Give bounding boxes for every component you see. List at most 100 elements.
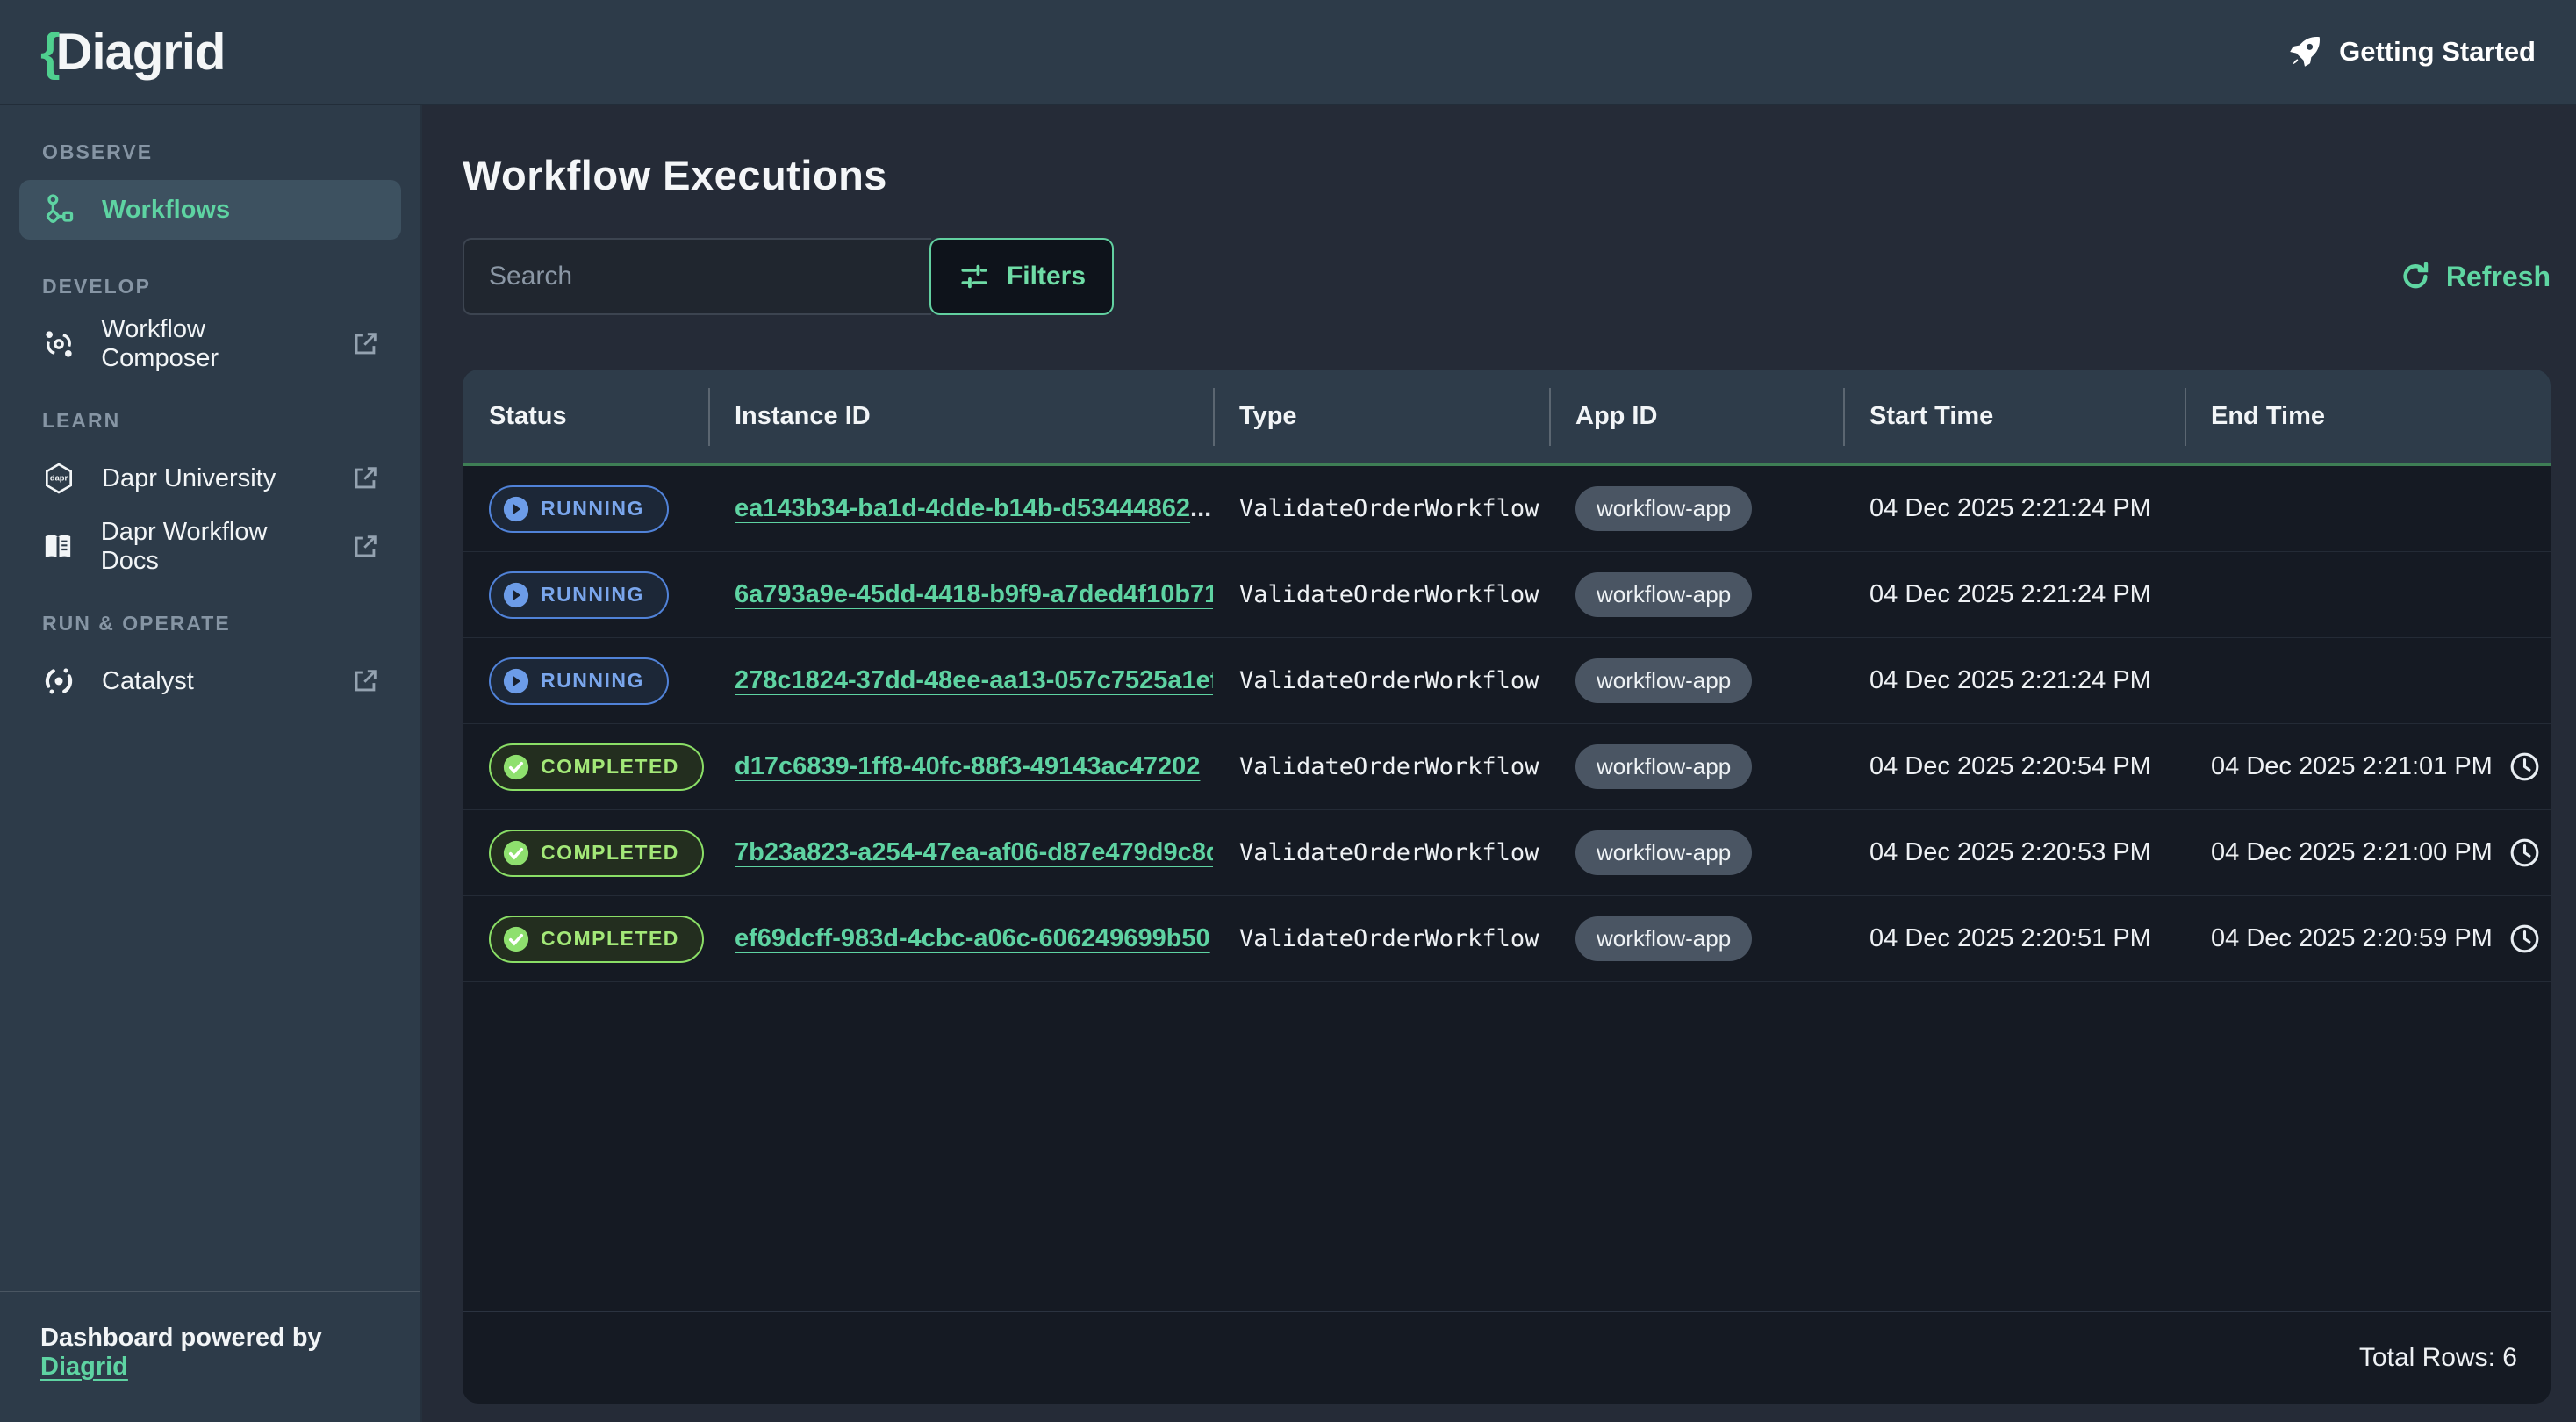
instance-id-link[interactable]: 6a793a9e-45dd-4418-b9f9-a7ded4f10b71 <box>735 580 1213 608</box>
app-id-cell: workflow-app <box>1549 916 1843 961</box>
sidebar-section-run-operate: RUN & OPERATE Catalyst <box>19 612 401 711</box>
type-cell: ValidateOrderWorkflow <box>1213 580 1549 609</box>
sidebar-item-label: Workflow Composer <box>101 315 326 373</box>
table-header-row: StatusInstance IDTypeApp IDStart TimeEnd… <box>463 370 2551 466</box>
status-label: COMPLETED <box>541 841 679 865</box>
powered-by-text: Dashboard powered by <box>40 1324 322 1352</box>
instance-id-cell: ea143b34-ba1d-4dde-b14b-d53444862... <box>708 494 1213 523</box>
check-circle-icon <box>503 840 529 866</box>
type-cell: ValidateOrderWorkflow <box>1213 494 1549 523</box>
status-cell: COMPLETED <box>463 743 708 791</box>
sliders-icon <box>958 260 991 293</box>
clock-icon <box>2508 837 2541 869</box>
column-header-app-id: App ID <box>1549 402 1843 431</box>
search-input[interactable] <box>463 238 931 315</box>
status-label: RUNNING <box>541 583 644 607</box>
play-circle-icon <box>503 668 529 694</box>
instance-id-cell: 278c1824-37dd-48ee-aa13-057c7525a1ef <box>708 666 1213 695</box>
rocket-icon <box>2286 33 2323 70</box>
sidebar: OBSERVE Workflows DEVELOP Workflow Compo… <box>0 105 422 1422</box>
status-badge: COMPLETED <box>489 916 704 963</box>
table-row: RUNNING 278c1824-37dd-48ee-aa13-057c7525… <box>463 638 2551 724</box>
sidebar-item-workflows[interactable]: Workflows <box>19 180 401 240</box>
column-header-type: Type <box>1213 402 1549 431</box>
sidebar-item-catalyst[interactable]: Catalyst <box>19 651 401 711</box>
refresh-icon <box>2399 260 2432 293</box>
status-label: RUNNING <box>541 669 644 693</box>
clock-icon <box>2508 750 2541 783</box>
sidebar-item-workflow-composer[interactable]: Workflow Composer <box>19 314 401 374</box>
getting-started-button[interactable]: Getting Started <box>2286 33 2536 70</box>
play-circle-icon <box>503 582 529 608</box>
instance-id-cell: 7b23a823-a254-47ea-af06-d87e479d9c8d <box>708 838 1213 867</box>
main-content: Workflow Executions Filters <box>422 105 2576 1422</box>
instance-id-cell: d17c6839-1ff8-40fc-88f3-49143ac47202 <box>708 752 1213 781</box>
sidebar-section-observe: OBSERVE Workflows <box>19 140 401 240</box>
start-time: 04 Dec 2025 2:21:24 PM <box>1869 580 2151 608</box>
total-rows-label: Total Rows: 6 <box>2359 1343 2517 1373</box>
catalyst-icon <box>40 663 77 700</box>
end-time: 04 Dec 2025 2:20:59 PM <box>2211 924 2493 953</box>
truncation-ellipsis: ... <box>1190 494 1211 522</box>
instance-id-link[interactable]: d17c6839-1ff8-40fc-88f3-49143ac47202 <box>735 752 1200 780</box>
status-badge: RUNNING <box>489 571 669 619</box>
type-cell: ValidateOrderWorkflow <box>1213 752 1549 781</box>
status-badge: RUNNING <box>489 657 669 705</box>
table-row: COMPLETED ef69dcff-983d-4cbc-a06c-606249… <box>463 896 2551 982</box>
sidebar-item-dapr-university[interactable]: dapr Dapr University <box>19 449 401 508</box>
sidebar-item-label: Dapr University <box>102 464 276 493</box>
sidebar-section-label: RUN & OPERATE <box>19 612 401 636</box>
refresh-button[interactable]: Refresh <box>2399 260 2551 293</box>
app-id-cell: workflow-app <box>1549 572 1843 617</box>
start-time: 04 Dec 2025 2:21:24 PM <box>1869 666 2151 694</box>
status-cell: COMPLETED <box>463 830 708 877</box>
start-time-cell: 04 Dec 2025 2:20:54 PM <box>1843 752 2185 781</box>
column-header-start-time: Start Time <box>1843 402 2185 431</box>
status-label: RUNNING <box>541 497 644 521</box>
status-label: COMPLETED <box>541 755 679 779</box>
workflow-type: ValidateOrderWorkflow <box>1239 753 1539 780</box>
table-row: COMPLETED 7b23a823-a254-47ea-af06-d87e47… <box>463 810 2551 896</box>
svg-text:dapr: dapr <box>50 473 68 482</box>
workflow-type: ValidateOrderWorkflow <box>1239 495 1539 522</box>
status-badge: RUNNING <box>489 485 669 533</box>
instance-id-link[interactable]: ea143b34-ba1d-4dde-b14b-d53444862 <box>735 494 1190 522</box>
status-cell: RUNNING <box>463 571 708 619</box>
play-circle-icon <box>503 496 529 522</box>
column-header-status: Status <box>463 402 708 431</box>
status-label: COMPLETED <box>541 927 679 951</box>
status-cell: COMPLETED <box>463 916 708 963</box>
external-link-icon <box>350 532 380 562</box>
app-id-badge: workflow-app <box>1575 658 1752 703</box>
filters-button[interactable]: Filters <box>929 238 1114 315</box>
refresh-label: Refresh <box>2446 261 2551 293</box>
diagrid-logo[interactable]: { Diagrid <box>40 23 225 82</box>
status-badge: COMPLETED <box>489 830 704 877</box>
diagrid-dashboard: { Diagrid Getting Started OBSERVE Workfl… <box>0 0 2576 1422</box>
check-circle-icon <box>503 754 529 780</box>
end-time-cell: 04 Dec 2025 2:21:00 PM <box>2185 837 2551 869</box>
sidebar-section-label: DEVELOP <box>19 275 401 298</box>
app-id-cell: workflow-app <box>1549 486 1843 531</box>
sidebar-section-learn: LEARN dapr Dapr University Dapr Workflow… <box>19 409 401 577</box>
app-id-badge: workflow-app <box>1575 572 1752 617</box>
end-time: 04 Dec 2025 2:21:01 PM <box>2211 752 2493 781</box>
start-time-cell: 04 Dec 2025 2:20:53 PM <box>1843 838 2185 867</box>
sidebar-item-dapr-workflow-docs[interactable]: Dapr Workflow Docs <box>19 517 401 577</box>
column-header-end-time: End Time <box>2185 402 2551 431</box>
type-cell: ValidateOrderWorkflow <box>1213 666 1549 695</box>
app-id-badge: workflow-app <box>1575 744 1752 789</box>
external-link-icon <box>350 666 380 696</box>
workflow-type: ValidateOrderWorkflow <box>1239 839 1539 866</box>
check-circle-icon <box>503 926 529 952</box>
start-time: 04 Dec 2025 2:20:54 PM <box>1869 752 2151 780</box>
instance-id-link[interactable]: ef69dcff-983d-4cbc-a06c-606249699b50 <box>735 924 1210 952</box>
app-id-badge: workflow-app <box>1575 830 1752 875</box>
instance-id-link[interactable]: 278c1824-37dd-48ee-aa13-057c7525a1ef <box>735 666 1213 694</box>
content-shell: OBSERVE Workflows DEVELOP Workflow Compo… <box>0 105 2576 1422</box>
diagrid-footer-link[interactable]: Diagrid <box>40 1353 128 1381</box>
instance-id-link[interactable]: 7b23a823-a254-47ea-af06-d87e479d9c8d <box>735 838 1213 866</box>
start-time: 04 Dec 2025 2:20:53 PM <box>1869 838 2151 866</box>
sidebar-item-label: Catalyst <box>102 667 194 696</box>
getting-started-label: Getting Started <box>2339 36 2536 68</box>
